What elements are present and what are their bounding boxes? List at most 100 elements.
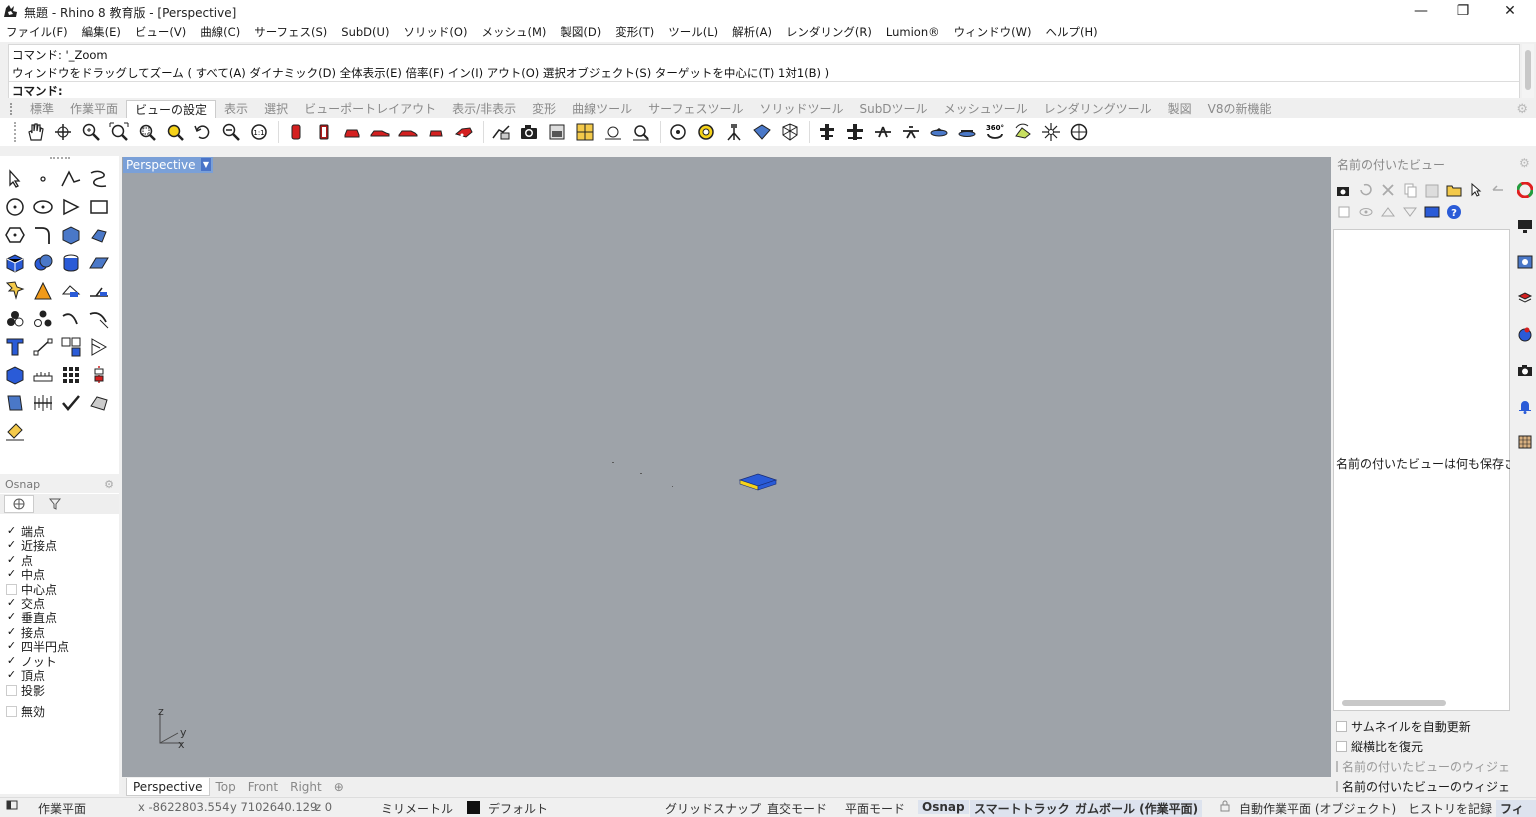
point-icon[interactable]: [30, 166, 56, 192]
tab-drafting[interactable]: 製図: [1160, 100, 1200, 118]
tab-perspective[interactable]: Perspective: [126, 778, 210, 796]
record-history-toggle[interactable]: ヒストリを記録: [1408, 800, 1492, 817]
tripod-icon[interactable]: [721, 120, 747, 144]
rotate-view-icon[interactable]: [50, 120, 76, 144]
car-perspective-icon[interactable]: [451, 120, 477, 144]
display-mode-icon[interactable]: [1516, 253, 1534, 271]
tab-curve-tools[interactable]: 曲線ツール: [564, 100, 640, 118]
orbit-arrow-icon[interactable]: [1010, 120, 1036, 144]
hover-car-icon[interactable]: [926, 120, 952, 144]
eye-icon[interactable]: [1357, 203, 1375, 221]
wireframe-box-icon[interactable]: [777, 120, 803, 144]
extrude-surface-icon[interactable]: [86, 222, 112, 248]
osnap-option[interactable]: ✓ 近接点: [6, 538, 57, 553]
menu-mesh[interactable]: メッシュ(M): [481, 24, 546, 40]
option-restore-aspect[interactable]: 縦横比を復元: [1336, 738, 1512, 754]
camera-panel-icon[interactable]: [1516, 361, 1534, 379]
tab-right[interactable]: Right: [284, 778, 328, 796]
panel-toggle-icon[interactable]: [6, 799, 18, 814]
tab-visibility[interactable]: 表示/非表示: [444, 100, 524, 118]
open-folder-icon[interactable]: [1445, 181, 1463, 199]
sun-burst-icon[interactable]: [1038, 120, 1064, 144]
arc-icon[interactable]: [58, 194, 84, 220]
command-input[interactable]: コマンド:: [9, 81, 1519, 98]
menu-analyze[interactable]: 解析(A): [732, 24, 772, 40]
menu-file[interactable]: ファイル(F): [6, 24, 68, 40]
text-icon[interactable]: [2, 334, 28, 360]
zoom-dynamic-icon[interactable]: [78, 120, 104, 144]
tab-surface-tools[interactable]: サーフェスツール: [640, 100, 751, 118]
tab-solid-tools[interactable]: ソリッドツール: [751, 100, 851, 118]
circle-icon[interactable]: [2, 194, 28, 220]
osnap-checkbox[interactable]: ✓: [6, 597, 17, 609]
join-icon[interactable]: [86, 278, 112, 304]
option-widget-2[interactable]: 名前の付いたビューのウィジェット: [1336, 778, 1512, 794]
hatch-icon[interactable]: [86, 334, 112, 360]
zoom-extents-icon[interactable]: [106, 120, 132, 144]
refresh-icon[interactable]: [1357, 181, 1375, 199]
analyze-surface-icon[interactable]: [2, 390, 28, 416]
undo-view-icon[interactable]: [190, 120, 216, 144]
filter-toggle[interactable]: フィ: [1496, 800, 1536, 817]
tab-standard[interactable]: 標準: [22, 100, 62, 118]
osnap-toggle[interactable]: Osnap: [918, 800, 969, 814]
help-icon[interactable]: ?: [1445, 203, 1463, 221]
tab-transform[interactable]: 変形: [524, 100, 564, 118]
box-solid-icon[interactable]: [2, 250, 28, 276]
planar-toggle[interactable]: 平面モード: [845, 800, 905, 817]
offset-curve-icon[interactable]: [86, 306, 112, 332]
osnap-option[interactable]: ✓ 四半円点: [6, 639, 69, 654]
menu-dimension[interactable]: 製図(D): [560, 24, 601, 40]
tab-display[interactable]: 表示: [216, 100, 256, 118]
osnap-checkbox[interactable]: ✓: [6, 568, 17, 580]
command-history[interactable]: コマンド: '_Zoom ウィンドウをドラッグしてズーム ( すべて(A) ダイ…: [8, 44, 1520, 98]
hover-car-flat-icon[interactable]: [954, 120, 980, 144]
camera-icon[interactable]: [516, 120, 542, 144]
explode-icon[interactable]: [2, 278, 28, 304]
array-icon[interactable]: [58, 334, 84, 360]
check-icon[interactable]: [58, 390, 84, 416]
tab-front[interactable]: Front: [242, 778, 284, 796]
zoom-window-icon[interactable]: [134, 120, 160, 144]
car-back-icon[interactable]: [423, 120, 449, 144]
auto-cplane-toggle[interactable]: 自動作業平面 (オブジェクト): [1239, 800, 1396, 817]
grip-handle[interactable]: [10, 103, 14, 115]
split-icon[interactable]: [58, 278, 84, 304]
smarttrack-toggle[interactable]: スマートトラック: [970, 800, 1074, 817]
compass-icon[interactable]: [1066, 120, 1092, 144]
osnap-checkbox[interactable]: [6, 583, 17, 595]
restore-aspect-checkbox[interactable]: [1336, 740, 1347, 752]
menu-curve[interactable]: 曲線(C): [200, 24, 240, 40]
place-camera-icon[interactable]: [488, 120, 514, 144]
menu-window[interactable]: ウィンドウ(W): [954, 24, 1032, 40]
polyline-icon[interactable]: [58, 166, 84, 192]
walk-icon[interactable]: [814, 120, 840, 144]
camera-lens-icon[interactable]: [311, 120, 337, 144]
osnap-option[interactable]: ✓ 頂点: [6, 668, 45, 683]
monitor-icon[interactable]: [1516, 217, 1534, 235]
cplane-camera-icon[interactable]: [544, 120, 570, 144]
duplicate-icon[interactable]: [1335, 203, 1353, 221]
osnap-checkbox[interactable]: ✓: [6, 626, 17, 638]
minimize-button[interactable]: —: [1398, 0, 1444, 22]
osnap-tab-filter[interactable]: [40, 495, 70, 513]
osnap-checkbox[interactable]: ✓: [6, 525, 17, 537]
ungroup-icon[interactable]: [30, 306, 56, 332]
osnap-checkbox[interactable]: ✓: [6, 539, 17, 551]
paint-bucket-icon[interactable]: [2, 418, 28, 444]
osnap-checkbox[interactable]: ✓: [6, 640, 17, 652]
pointer-select-icon[interactable]: [1467, 181, 1485, 199]
gumball-toggle[interactable]: ガムボール (作業平面): [1071, 800, 1203, 817]
menu-help[interactable]: ヘルプ(H): [1045, 24, 1097, 40]
widget-checkbox[interactable]: [1336, 760, 1338, 772]
viewport-title[interactable]: Perspective ▼: [123, 157, 213, 173]
osnap-disable[interactable]: 無効: [6, 704, 45, 719]
option-auto-update-thumbnails[interactable]: サムネイルを自動更新: [1336, 718, 1512, 734]
grid-snap-toggle[interactable]: グリッドスナップ: [665, 800, 761, 817]
menu-render[interactable]: レンダリング(R): [786, 24, 872, 40]
close-button[interactable]: ✕: [1487, 0, 1533, 22]
plane-surface-icon[interactable]: [86, 250, 112, 276]
ruler-icon[interactable]: [30, 362, 56, 388]
orbit-target-icon[interactable]: [693, 120, 719, 144]
delete-icon[interactable]: [1379, 181, 1397, 199]
